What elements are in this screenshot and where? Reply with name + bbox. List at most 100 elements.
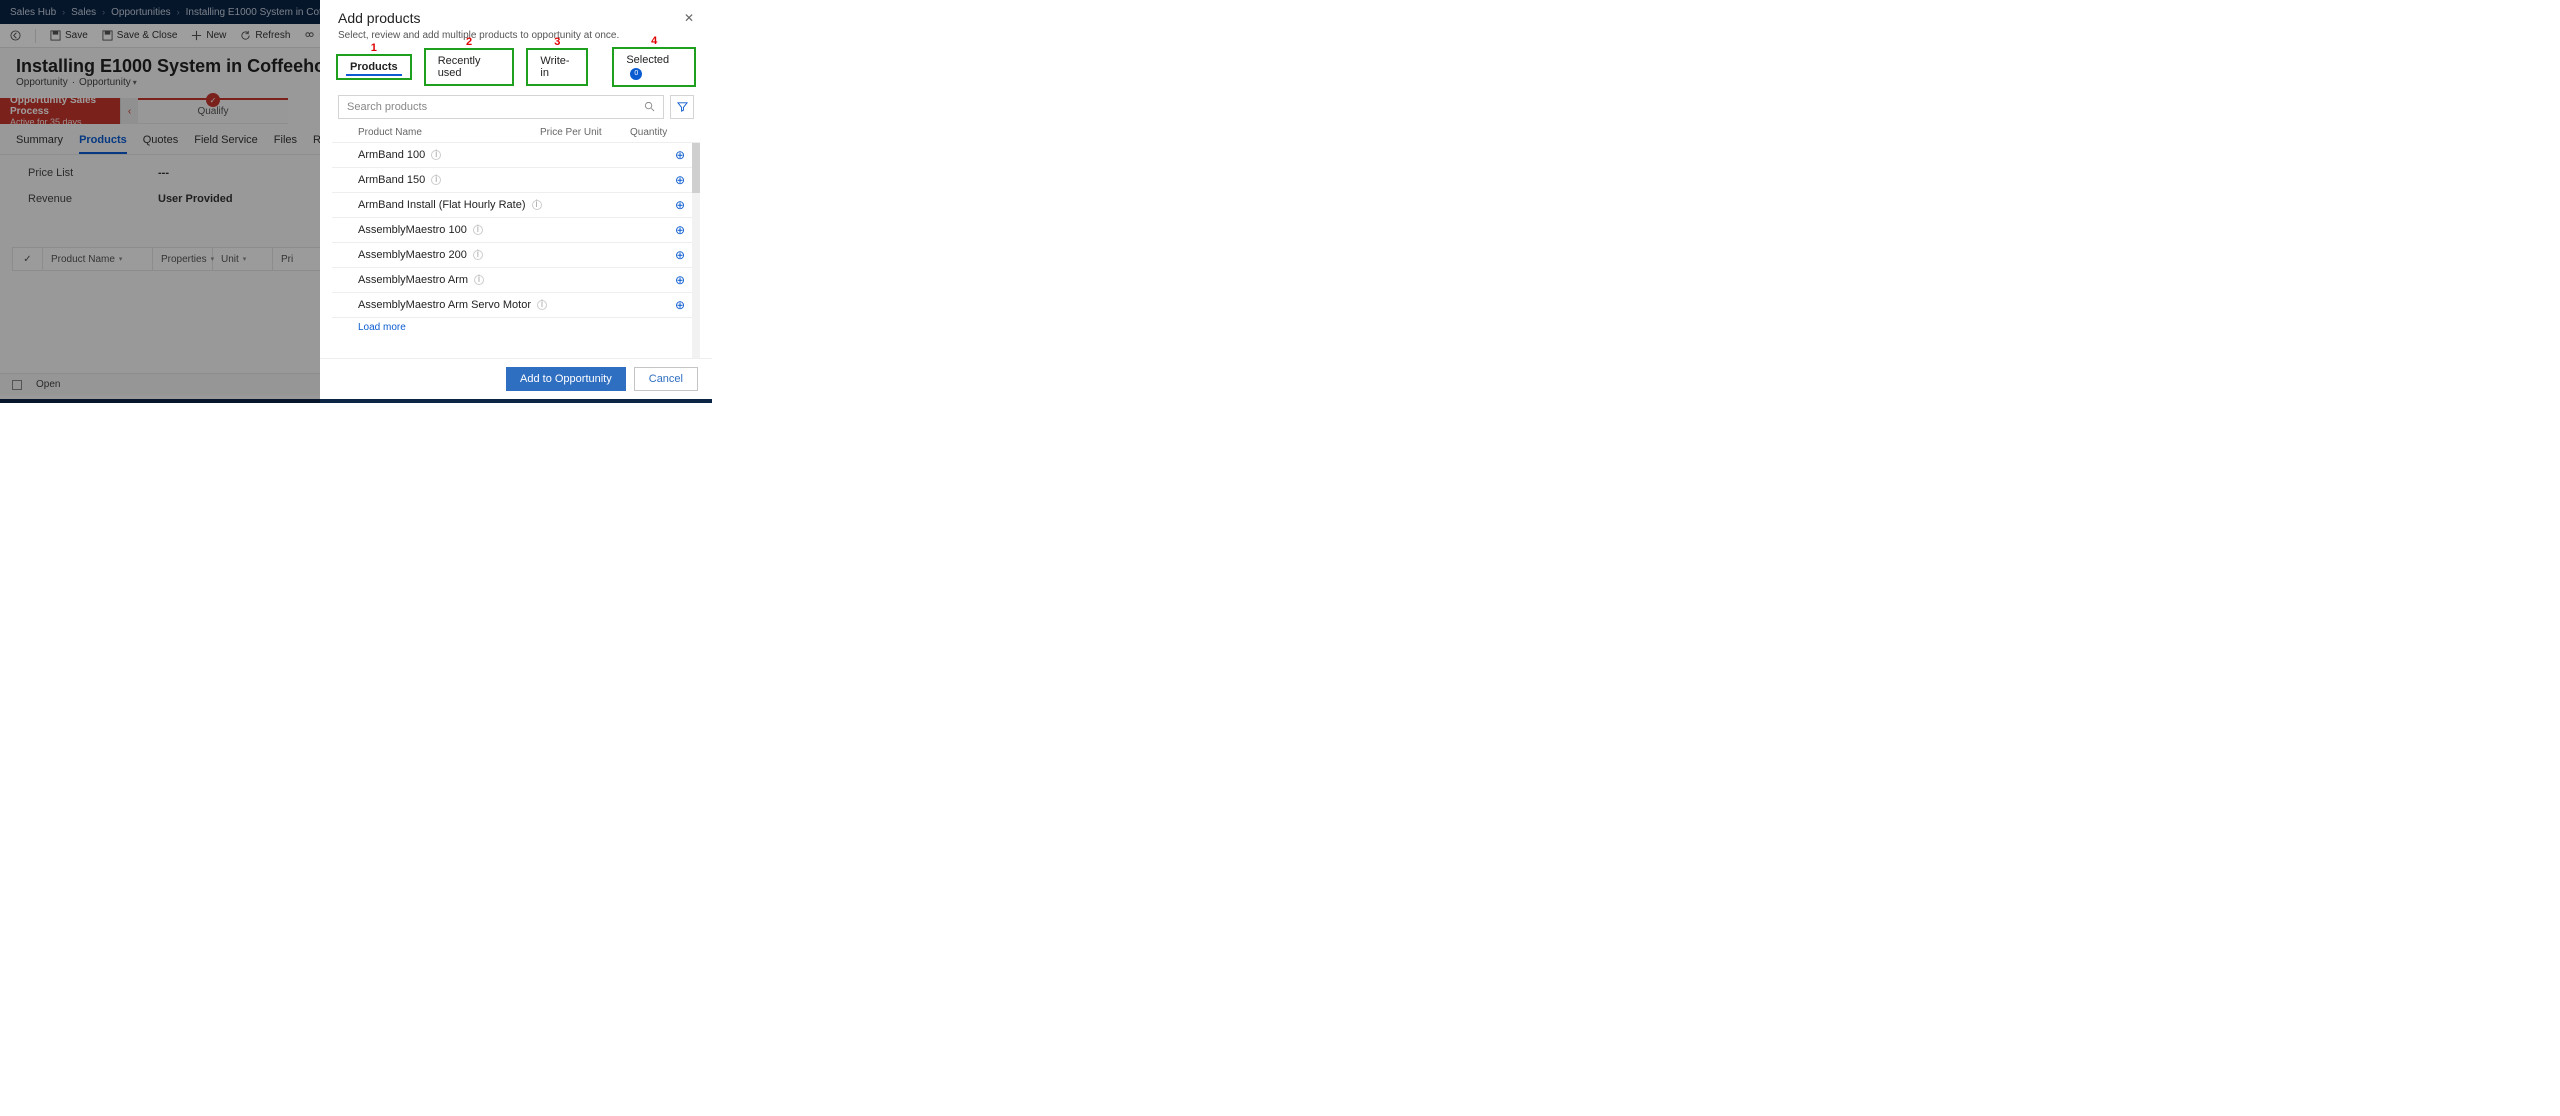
info-icon[interactable]: i	[473, 225, 483, 235]
save-button[interactable]: Save	[50, 30, 88, 41]
list-item[interactable]: AssemblyMaestro Arm Servo Motor i ⊕	[332, 293, 700, 318]
product-name: ArmBand 100	[358, 149, 425, 161]
save-close-icon	[102, 30, 113, 41]
add-product-button[interactable]: ⊕	[670, 248, 690, 262]
search-icon	[644, 101, 655, 112]
tab-field-service[interactable]: Field Service	[194, 134, 258, 154]
check-icon: ✓	[206, 93, 220, 107]
process-chevron[interactable]: ‹	[120, 98, 138, 124]
grid-col-product-name[interactable]: Product Name	[43, 248, 153, 270]
search-placeholder: Search products	[347, 101, 427, 113]
grid-col-unit[interactable]: Unit	[213, 248, 273, 270]
close-icon: ✕	[684, 11, 694, 25]
list-item[interactable]: AssemblyMaestro 100 i ⊕	[332, 218, 700, 243]
grid-col-check[interactable]: ✓	[13, 248, 43, 270]
process-active-stage[interactable]: Opportunity Sales Process Active for 35 …	[0, 98, 120, 124]
info-icon[interactable]: i	[474, 275, 484, 285]
annotation-3: 3	[554, 36, 560, 48]
col-product-name: Product Name	[358, 127, 540, 138]
tab-write-in[interactable]: 3 Write-in	[526, 48, 588, 86]
save-close-button[interactable]: Save & Close	[102, 30, 178, 41]
load-more-link[interactable]: Load more	[332, 318, 700, 341]
status-icon[interactable]	[12, 380, 22, 390]
tab-summary[interactable]: Summary	[16, 134, 63, 154]
tab-files[interactable]: Files	[274, 134, 297, 154]
save-close-label: Save & Close	[117, 30, 178, 41]
add-product-button[interactable]: ⊕	[670, 298, 690, 312]
info-icon[interactable]: i	[473, 250, 483, 260]
scrollbar[interactable]: ▴ ▾	[692, 143, 700, 359]
tab-selected-label: Selected	[626, 54, 669, 66]
new-button[interactable]: New	[191, 30, 226, 41]
info-icon[interactable]: i	[537, 300, 547, 310]
tab-recently-used[interactable]: 2 Recently used	[424, 48, 515, 86]
add-product-button[interactable]: ⊕	[670, 173, 690, 187]
annotation-1: 1	[371, 42, 377, 54]
chevron-right-icon: ›	[102, 7, 105, 17]
list-item[interactable]: AssemblyMaestro Arm i ⊕	[332, 268, 700, 293]
add-to-opportunity-button[interactable]: Add to Opportunity	[506, 367, 626, 391]
add-product-button[interactable]: ⊕	[670, 148, 690, 162]
chevron-right-icon: ›	[62, 7, 65, 17]
product-list: ArmBand 100 i ⊕ ArmBand 150 i ⊕ ArmBand In…	[332, 142, 700, 359]
product-name: AssemblyMaestro Arm	[358, 274, 468, 286]
save-label: Save	[65, 30, 88, 41]
back-button[interactable]	[10, 30, 21, 41]
info-icon[interactable]: i	[431, 175, 441, 185]
col-price: Price Per Unit	[540, 127, 630, 138]
search-input[interactable]: Search products	[338, 95, 664, 119]
process-duration: Active for 35 days	[10, 117, 110, 127]
revenue-value[interactable]: User Provided	[158, 193, 233, 205]
scroll-thumb[interactable]	[692, 143, 700, 193]
back-icon	[10, 30, 21, 41]
breadcrumb-item[interactable]: Sales	[71, 7, 96, 18]
add-products-panel: Add products ✕ Select, review and add mu…	[320, 0, 712, 403]
panel-title: Add products	[338, 10, 421, 26]
chevron-right-icon: ›	[177, 7, 180, 17]
tab-write-in-label: Write-in	[540, 55, 569, 79]
tab-selected[interactable]: 4 Selected 0	[612, 47, 696, 87]
add-product-button[interactable]: ⊕	[670, 223, 690, 237]
price-list-label: Price List	[28, 167, 118, 179]
col-quantity: Quantity	[630, 127, 690, 138]
list-item[interactable]: ArmBand 100 i ⊕	[332, 143, 700, 168]
info-icon[interactable]: i	[431, 150, 441, 160]
tab-products[interactable]: 1 Products	[336, 54, 412, 80]
tab-products[interactable]: Products	[79, 134, 127, 154]
breadcrumb-item[interactable]: Opportunities	[111, 7, 170, 18]
cancel-button[interactable]: Cancel	[634, 367, 698, 391]
product-name: AssemblyMaestro 200	[358, 249, 467, 261]
collaborate-icon	[304, 30, 315, 41]
refresh-label: Refresh	[255, 30, 290, 41]
product-name: AssemblyMaestro Arm Servo Motor	[358, 299, 531, 311]
save-icon	[50, 30, 61, 41]
product-list-header: Product Name Price Per Unit Quantity	[320, 123, 712, 142]
process-name: Opportunity Sales Process	[10, 95, 110, 117]
grid-col-properties[interactable]: Properties	[153, 248, 213, 270]
panel-tabs: 1 Products 2 Recently used 3 Write-in 4 …	[320, 47, 712, 87]
list-item[interactable]: ArmBand 150 i ⊕	[332, 168, 700, 193]
product-name: ArmBand Install (Flat Hourly Rate)	[358, 199, 526, 211]
info-icon[interactable]: i	[532, 200, 542, 210]
process-stage-qualify[interactable]: ✓ Qualify	[138, 98, 288, 124]
close-button[interactable]: ✕	[684, 11, 694, 25]
add-product-button[interactable]: ⊕	[670, 198, 690, 212]
tab-products-label: Products	[350, 61, 398, 73]
annotation-4: 4	[651, 35, 657, 47]
revenue-label: Revenue	[28, 193, 118, 205]
add-product-button[interactable]: ⊕	[670, 273, 690, 287]
plus-icon	[191, 30, 202, 41]
new-label: New	[206, 30, 226, 41]
list-item[interactable]: AssemblyMaestro 200 i ⊕	[332, 243, 700, 268]
refresh-button[interactable]: Refresh	[240, 30, 290, 41]
tab-quotes[interactable]: Quotes	[143, 134, 178, 154]
breadcrumb-item[interactable]: Sales Hub	[10, 7, 56, 18]
filter-button[interactable]	[670, 95, 694, 119]
form-selector[interactable]: Opportunity	[79, 77, 137, 88]
filter-icon	[677, 101, 688, 112]
list-item[interactable]: ArmBand Install (Flat Hourly Rate) i ⊕	[332, 193, 700, 218]
status-state: Open	[36, 379, 60, 390]
product-name: AssemblyMaestro 100	[358, 224, 467, 236]
product-name: ArmBand 150	[358, 174, 425, 186]
price-list-value[interactable]: ---	[158, 167, 169, 179]
